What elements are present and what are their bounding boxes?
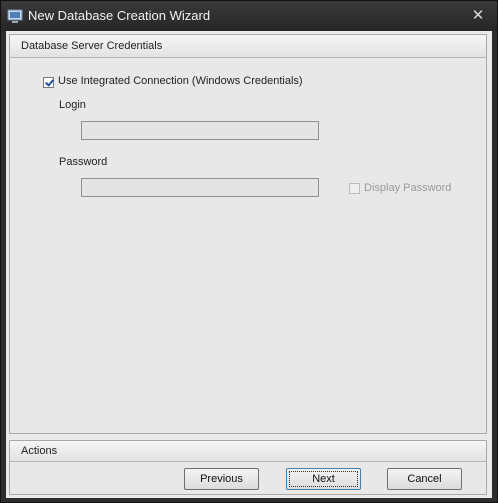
- display-password-checkbox[interactable]: [349, 183, 360, 194]
- previous-button[interactable]: Previous: [184, 468, 259, 490]
- monitor-icon: [7, 9, 23, 23]
- login-label: Login: [59, 99, 86, 111]
- actions-panel-header: Actions: [10, 441, 486, 462]
- credentials-panel-header: Database Server Credentials: [10, 35, 486, 58]
- wizard-body: Database Server Credentials Use Integrat…: [6, 31, 492, 498]
- credentials-panel: Database Server Credentials Use Integrat…: [9, 34, 487, 434]
- login-input[interactable]: [81, 121, 319, 140]
- password-label: Password: [59, 156, 108, 168]
- next-button[interactable]: Next: [286, 468, 361, 490]
- display-password-label[interactable]: Display Password: [364, 182, 451, 194]
- password-input[interactable]: [81, 178, 319, 197]
- integrated-connection-checkbox[interactable]: [43, 77, 54, 88]
- title-bar[interactable]: New Database Creation Wizard ✕: [1, 1, 497, 31]
- cancel-button[interactable]: Cancel: [387, 468, 462, 490]
- close-icon: ✕: [471, 7, 485, 24]
- actions-panel: Actions Previous Next Cancel: [9, 440, 487, 495]
- window-title: New Database Creation Wizard: [28, 8, 211, 23]
- close-button[interactable]: ✕: [468, 7, 488, 25]
- integrated-connection-label[interactable]: Use Integrated Connection (Windows Crede…: [58, 75, 303, 87]
- wizard-window: New Database Creation Wizard ✕ Database …: [0, 0, 498, 503]
